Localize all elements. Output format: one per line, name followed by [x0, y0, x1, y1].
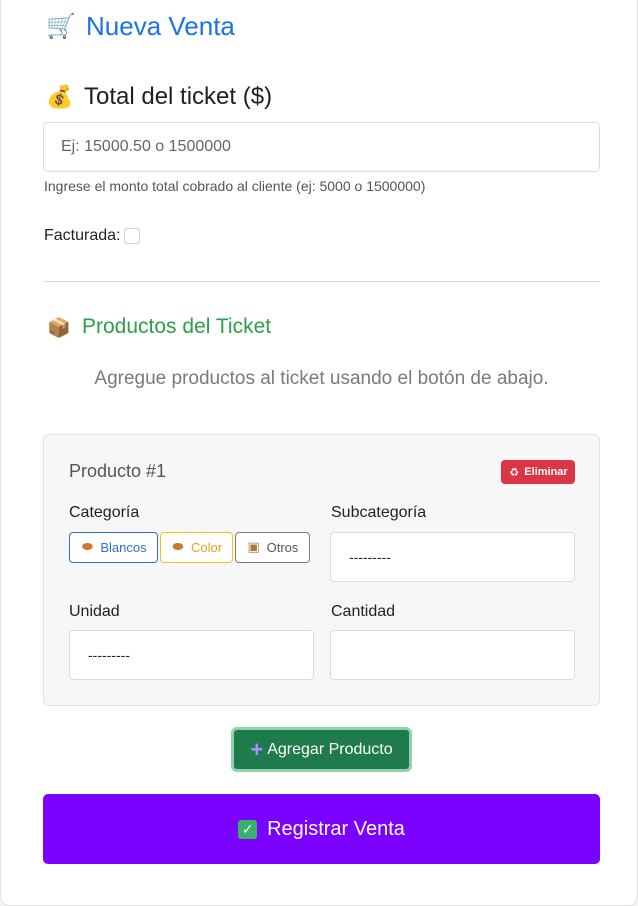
- shopping-cart-icon: 🛒: [46, 12, 76, 40]
- category-label: Blancos: [100, 540, 147, 555]
- unidad-value: ---------: [88, 647, 130, 663]
- egg-icon: ⬬: [172, 540, 184, 555]
- page-title-text: Nueva Venta: [86, 10, 235, 41]
- subcategoria-label: Subcategoría: [331, 504, 427, 521]
- page-title: 🛒 Nueva Venta: [46, 8, 235, 44]
- delete-product-label: Eliminar: [524, 466, 568, 478]
- package-icon: ▣: [247, 540, 260, 555]
- total-title-text: Total del ticket ($): [84, 83, 273, 110]
- trash-icon: ♻: [509, 465, 520, 479]
- package-icon: 📦: [47, 316, 71, 339]
- cantidad-input[interactable]: [330, 630, 575, 680]
- product-card-title: Producto #1: [69, 461, 167, 481]
- divider: [43, 281, 600, 282]
- add-product-button[interactable]: + Agregar Producto: [231, 727, 412, 772]
- delete-product-button[interactable]: ♻ Eliminar: [501, 460, 575, 484]
- facturada-label: Facturada:: [44, 227, 121, 244]
- facturada-row: Facturada:: [44, 226, 141, 246]
- unidad-label: Unidad: [69, 603, 120, 620]
- subcategoria-value: ---------: [349, 549, 391, 565]
- subcategoria-select[interactable]: ---------: [330, 532, 575, 582]
- plus-icon: +: [250, 736, 264, 762]
- register-sale-label: Registrar Venta: [267, 817, 405, 840]
- total-help-text: Ingrese el monto total cobrado al client…: [44, 178, 426, 194]
- money-bag-icon: 💰: [46, 84, 74, 110]
- total-section-title: 💰 Total del ticket ($): [46, 80, 272, 114]
- products-empty-message: Agregue productos al ticket usando el bo…: [94, 368, 549, 389]
- products-section-title: 📦 Productos del Ticket: [46, 312, 271, 342]
- total-amount-input[interactable]: [43, 122, 600, 172]
- add-product-label: Agregar Producto: [267, 740, 393, 758]
- check-box-icon: ✓: [238, 819, 258, 839]
- products-title-text: Productos del Ticket: [82, 315, 272, 338]
- category-button-blancos[interactable]: ⬬ Blancos: [69, 532, 158, 563]
- facturada-checkbox[interactable]: [124, 228, 141, 244]
- category-button-otros[interactable]: ▣ Otros: [235, 532, 310, 563]
- unidad-select[interactable]: ---------: [69, 630, 314, 680]
- category-label: Color: [190, 540, 223, 555]
- category-label: Otros: [266, 540, 299, 555]
- register-sale-button[interactable]: ✓ Registrar Venta: [43, 794, 600, 864]
- egg-icon: ⬬: [81, 540, 93, 555]
- categoria-label: Categoría: [69, 504, 140, 521]
- cantidad-label: Cantidad: [331, 603, 396, 620]
- category-button-color[interactable]: ⬬ Color: [160, 532, 233, 563]
